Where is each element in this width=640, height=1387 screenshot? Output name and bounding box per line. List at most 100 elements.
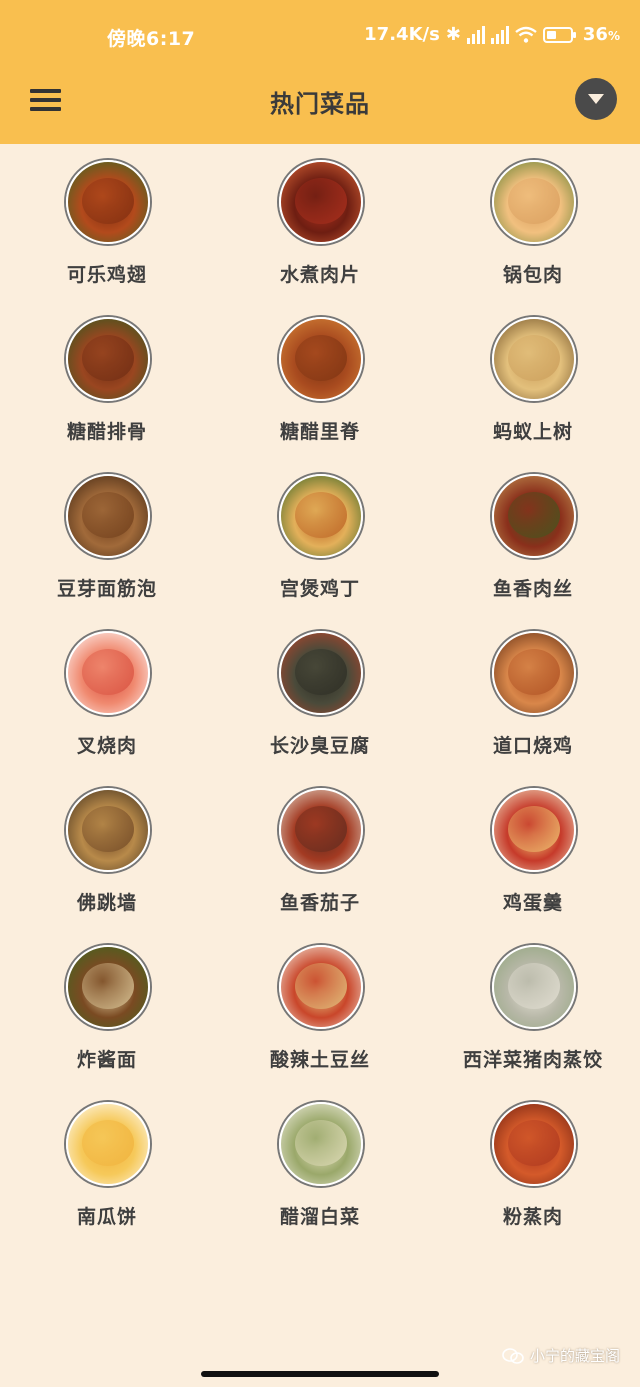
- dish-plate: [295, 335, 347, 381]
- dish-photo: [66, 788, 150, 872]
- dish-plate: [295, 806, 347, 852]
- status-bar: 傍晚6:17 17.4K/s ✱ 36%: [0, 0, 640, 72]
- dish-name: 鸡蛋羹: [502, 892, 563, 914]
- watermark: 小宁的藏宝阁: [502, 1345, 620, 1366]
- bluetooth-icon: ✱: [445, 24, 461, 45]
- dish-name: 糖醋里脊: [279, 421, 360, 443]
- dish-item[interactable]: 鱼香茄子: [213, 788, 427, 938]
- dropdown-button[interactable]: [575, 78, 617, 120]
- dish-photo: [279, 160, 363, 244]
- dish-item[interactable]: 西洋菜猪肉蒸饺: [426, 945, 640, 1095]
- dish-item[interactable]: 锅包肉: [426, 160, 640, 310]
- dish-item[interactable]: 糖醋排骨: [0, 317, 214, 467]
- page-title: 热门菜品: [270, 90, 370, 118]
- dish-plate: [82, 1120, 134, 1166]
- toolbar: 热门菜品: [0, 72, 640, 144]
- dish-name: 醋溜白菜: [279, 1206, 360, 1228]
- dish-item[interactable]: 鱼香肉丝: [426, 474, 640, 624]
- dish-plate: [295, 1120, 347, 1166]
- dish-plate: [295, 963, 347, 1009]
- dish-name: 道口烧鸡: [492, 735, 573, 757]
- dish-name: 南瓜饼: [76, 1206, 137, 1228]
- network-speed: 17.4K/s: [364, 24, 440, 45]
- dish-photo: [279, 474, 363, 558]
- dish-item[interactable]: 水煮肉片: [213, 160, 427, 310]
- dish-plate: [82, 649, 134, 695]
- dish-photo: [279, 1102, 363, 1186]
- dish-item[interactable]: 南瓜饼: [0, 1102, 214, 1252]
- watermark-text: 小宁的藏宝阁: [529, 1347, 620, 1365]
- dish-photo: [279, 788, 363, 872]
- dish-photo: [279, 631, 363, 715]
- dish-item[interactable]: 宫煲鸡丁: [213, 474, 427, 624]
- dish-item[interactable]: 鸡蛋羹: [426, 788, 640, 938]
- dish-item[interactable]: 醋溜白菜: [213, 1102, 427, 1252]
- dish-item[interactable]: 酸辣土豆丝: [213, 945, 427, 1095]
- dish-photo: [492, 160, 576, 244]
- dish-photo: [492, 474, 576, 558]
- dish-plate: [295, 649, 347, 695]
- dish-plate: [508, 963, 560, 1009]
- status-indicators: 17.4K/s ✱ 36%: [364, 24, 620, 45]
- dish-plate: [508, 1120, 560, 1166]
- dish-photo: [66, 474, 150, 558]
- dish-name: 鱼香茄子: [279, 892, 360, 914]
- dish-item[interactable]: 粉蒸肉: [426, 1102, 640, 1252]
- dish-name: 水煮肉片: [279, 264, 360, 286]
- dish-photo: [492, 1102, 576, 1186]
- dish-item[interactable]: 蚂蚁上树: [426, 317, 640, 467]
- dish-item[interactable]: 糖醋里脊: [213, 317, 427, 467]
- dish-plate: [295, 178, 347, 224]
- wifi-icon: [515, 26, 537, 44]
- dish-name: 锅包肉: [502, 264, 563, 286]
- dish-plate: [508, 492, 560, 538]
- dish-name: 鱼香肉丝: [492, 578, 573, 600]
- dish-photo: [66, 317, 150, 401]
- dish-item[interactable]: 叉烧肉: [0, 631, 214, 781]
- dish-name: 粉蒸肉: [502, 1206, 563, 1228]
- dish-photo: [66, 1102, 150, 1186]
- dish-plate: [82, 178, 134, 224]
- dish-photo: [279, 317, 363, 401]
- dish-photo: [66, 631, 150, 715]
- dish-plate: [508, 806, 560, 852]
- dish-photo: [279, 945, 363, 1029]
- dish-name: 宫煲鸡丁: [279, 578, 360, 600]
- dish-name: 炸酱面: [76, 1049, 137, 1071]
- dish-plate: [82, 963, 134, 1009]
- dish-photo: [492, 788, 576, 872]
- dish-item[interactable]: 豆芽面筋泡: [0, 474, 214, 624]
- signal-icon: [466, 25, 485, 44]
- dish-name: 酸辣土豆丝: [269, 1049, 370, 1071]
- signal-icon-2: [490, 25, 509, 44]
- home-indicator[interactable]: [201, 1371, 439, 1377]
- dish-plate: [82, 492, 134, 538]
- dish-item[interactable]: 长沙臭豆腐: [213, 631, 427, 781]
- dish-name: 佛跳墙: [76, 892, 137, 914]
- dish-photo: [66, 945, 150, 1029]
- dish-name: 豆芽面筋泡: [56, 578, 157, 600]
- dish-plate: [508, 178, 560, 224]
- dish-photo: [66, 160, 150, 244]
- dish-name: 叉烧肉: [76, 735, 137, 757]
- battery-icon: [542, 26, 577, 44]
- app-bar: 傍晚6:17 17.4K/s ✱ 36% 热门菜品: [0, 0, 640, 144]
- dish-item[interactable]: 炸酱面: [0, 945, 214, 1095]
- status-time: 傍晚6:17: [107, 28, 196, 50]
- dish-photo: [492, 317, 576, 401]
- battery-percent: 36%: [582, 24, 620, 45]
- dish-plate: [82, 806, 134, 852]
- dish-item[interactable]: 道口烧鸡: [426, 631, 640, 781]
- dish-plate: [82, 335, 134, 381]
- dish-name: 西洋菜猪肉蒸饺: [462, 1049, 603, 1071]
- dish-item[interactable]: 可乐鸡翅: [0, 160, 214, 310]
- dish-name: 糖醋排骨: [66, 421, 147, 443]
- dish-plate: [508, 649, 560, 695]
- dish-name: 蚂蚁上树: [492, 421, 573, 443]
- dish-name: 可乐鸡翅: [66, 264, 147, 286]
- dish-name: 长沙臭豆腐: [269, 735, 370, 757]
- dish-plate: [295, 492, 347, 538]
- dish-plate: [508, 335, 560, 381]
- wechat-logo-icon: [502, 1347, 524, 1364]
- dish-item[interactable]: 佛跳墙: [0, 788, 214, 938]
